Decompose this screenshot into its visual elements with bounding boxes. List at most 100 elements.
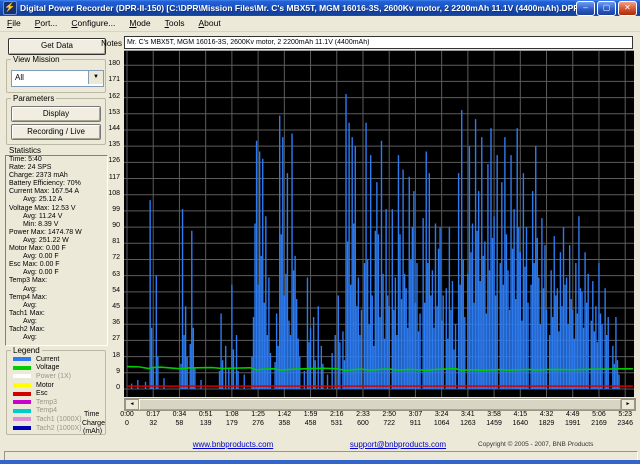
charge-tick-label: 139 — [200, 420, 212, 427]
legend-color-swatch — [13, 357, 31, 361]
close-button[interactable]: ✕ — [618, 1, 637, 16]
legend-label: Power (1X) — [36, 373, 71, 380]
y-tick-label: 54 — [112, 287, 120, 294]
menu-port[interactable]: Port... — [28, 17, 65, 30]
y-tick-label: 117 — [109, 174, 120, 181]
menu-about[interactable]: About — [191, 17, 227, 30]
stat-line: Avg: 0.00 F — [6, 269, 107, 277]
charge-tick-label: 2169 — [591, 420, 607, 427]
title-bar[interactable]: ⚡ Digital Power Recorder (DPR-II-150) [C… — [0, 0, 640, 16]
charge-tick-label: 722 — [383, 420, 395, 427]
time-tick-label: 0:00 — [120, 411, 134, 418]
time-tick-label: 4:32 — [540, 411, 554, 418]
y-tick-label: 27 — [112, 335, 120, 342]
legend-title: Legend — [11, 346, 42, 355]
stat-line: Min: 8.39 V — [6, 221, 107, 229]
y-tick-label: 180 — [108, 60, 120, 67]
stat-line: Temp4 Max: — [6, 294, 107, 302]
legend-label: Voltage — [36, 364, 59, 371]
y-tick-label: 81 — [112, 238, 120, 245]
legend-color-swatch — [13, 417, 31, 421]
stat-line: Avg: — [6, 318, 107, 326]
mission-select[interactable]: All ▼ — [11, 70, 104, 87]
time-tick-label: 0:51 — [199, 411, 213, 418]
y-tick-label: 126 — [108, 157, 120, 164]
time-tick-label: 1:08 — [225, 411, 239, 418]
stat-line: Avg: 0.00 F — [6, 253, 107, 261]
stat-line: Esc Max: 0.00 F — [6, 261, 107, 269]
menu-tools[interactable]: Tools — [158, 17, 192, 30]
legend-item-motor[interactable]: Motor — [7, 381, 105, 390]
charge-tick-label: 276 — [252, 420, 264, 427]
time-tick-label: 1:42 — [278, 411, 292, 418]
window-title: Digital Power Recorder (DPR-II-150) [C:\… — [20, 3, 576, 13]
stat-line: Avg: — [6, 302, 107, 310]
recording-live-button[interactable]: Recording / Live — [11, 124, 101, 140]
legend-label: Temp4 — [36, 407, 57, 414]
y-tick-label: 135 — [108, 141, 120, 148]
legend-item-temp3[interactable]: Temp3 — [7, 398, 105, 407]
scroll-right-icon[interactable]: ► — [621, 399, 635, 410]
charge-tick-label: 1640 — [513, 420, 529, 427]
stat-line: Time: 5:40 — [6, 156, 107, 164]
y-tick-label: 45 — [112, 303, 120, 310]
time-tick-label: 2:33 — [356, 411, 370, 418]
charge-unit-caption: (mAh) — [83, 428, 102, 435]
time-tick-label: 3:41 — [461, 411, 475, 418]
app-icon: ⚡ — [3, 1, 17, 15]
legend-color-swatch — [13, 426, 31, 430]
time-tick-label: 4:49 — [566, 411, 580, 418]
charge-tick-row: 0325813917927635845853160072291110641263… — [124, 420, 634, 429]
support-email-link[interactable]: support@bnbproducts.com — [318, 440, 478, 449]
legend-label: Current — [36, 356, 59, 363]
y-tick-label: 171 — [108, 76, 120, 83]
charge-axis-caption: Charge — [82, 420, 105, 427]
time-tick-label: 5:06 — [592, 411, 606, 418]
legend-item-power[interactable]: Power (1X) — [7, 372, 105, 381]
legend-item-voltage[interactable]: Voltage — [7, 364, 105, 373]
stat-line: Avg: 25.12 A — [6, 196, 107, 204]
legend-item-current[interactable]: Current — [7, 355, 105, 364]
time-tick-label: 3:07 — [409, 411, 423, 418]
y-tick-label: 36 — [112, 319, 120, 326]
display-button[interactable]: Display — [11, 106, 101, 122]
legend-item-esc[interactable]: Esc — [7, 389, 105, 398]
y-axis-labels: 1801711621531441351261171089990817263544… — [100, 50, 122, 396]
minimize-button[interactable]: – — [576, 1, 595, 16]
charge-tick-label: 2346 — [617, 420, 633, 427]
menu-configure[interactable]: Configure... — [64, 17, 122, 30]
stat-line: Rate: 24 SPS — [6, 164, 107, 172]
chart-plot-area[interactable] — [124, 50, 634, 397]
charge-tick-label: 600 — [357, 420, 369, 427]
maximize-button[interactable]: ▢ — [597, 1, 616, 16]
statistics-panel: Time: 5:40Rate: 24 SPSCharge: 2373 mAhBa… — [5, 155, 108, 346]
notes-input[interactable] — [124, 36, 633, 49]
legend-color-swatch — [13, 400, 31, 404]
scroll-left-icon[interactable]: ◄ — [125, 399, 139, 410]
stat-line: Motor Max: 0.00 F — [6, 245, 107, 253]
charge-tick-label: 531 — [331, 420, 343, 427]
charge-tick-label: 179 — [226, 420, 238, 427]
charge-tick-label: 58 — [176, 420, 184, 427]
menu-mode[interactable]: Mode — [122, 17, 157, 30]
charge-tick-label: 1829 — [539, 420, 555, 427]
legend-color-swatch — [13, 366, 31, 370]
menu-file[interactable]: File — [0, 17, 28, 30]
stat-line: Power Max: 1474.78 W — [6, 229, 107, 237]
legend-color-swatch — [13, 409, 31, 413]
chart-scrollbar[interactable]: ◄ ► — [124, 398, 636, 411]
stat-line: Avg: — [6, 286, 107, 294]
charge-tick-label: 32 — [149, 420, 157, 427]
get-data-button[interactable]: Get Data — [8, 38, 106, 55]
y-tick-label: 162 — [108, 93, 120, 100]
website-link[interactable]: www.bnbproducts.com — [158, 440, 308, 449]
stat-line: Tach2 Max: — [6, 326, 107, 334]
y-tick-label: 63 — [112, 271, 120, 278]
time-tick-label: 5:23 — [618, 411, 632, 418]
time-tick-label: 1:59 — [304, 411, 318, 418]
scrollbar-thumb[interactable] — [139, 399, 621, 410]
charge-tick-label: 1064 — [434, 420, 450, 427]
charge-tick-label: 358 — [278, 420, 290, 427]
charge-tick-label: 1991 — [565, 420, 581, 427]
time-axis-caption: Time — [84, 411, 99, 418]
